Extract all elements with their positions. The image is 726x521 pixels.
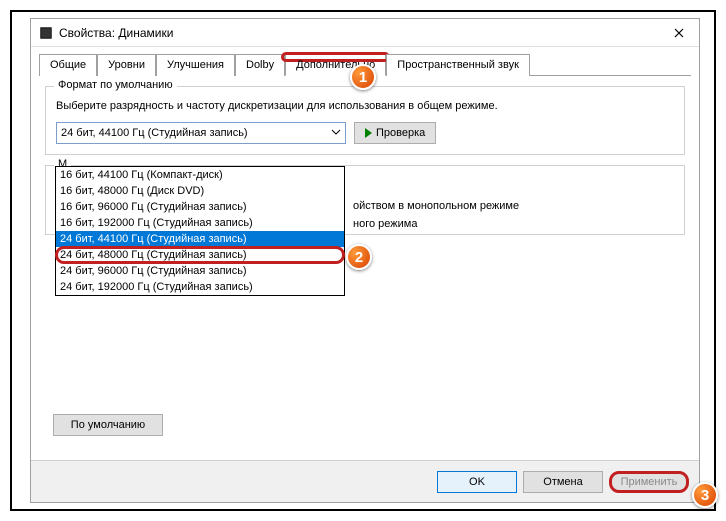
combo-value: 24 бит, 44100 Гц (Студийная запись) [61, 127, 248, 139]
default-format-group: Формат по умолчанию Выберите разрядность… [45, 86, 685, 155]
tab-content: Формат по умолчанию Выберите разрядность… [31, 76, 699, 410]
dialog-buttons: OK Отмена Применить [31, 460, 699, 502]
format-combobox[interactable]: 24 бит, 44100 Гц (Студийная запись) [56, 122, 346, 144]
annotation-badge-3: 3 [692, 482, 718, 508]
annotation-badge-1: 1 [350, 64, 376, 90]
dd-option-3[interactable]: 16 бит, 192000 Гц (Студийная запись) [56, 215, 344, 231]
dd-option-1[interactable]: 16 бит, 48000 Гц (Диск DVD) [56, 183, 344, 199]
mono-line1: ойством в монопольном режиме [353, 200, 519, 212]
window-title: Свойства: Динамики [59, 26, 659, 40]
annotation-badge-2: 2 [346, 244, 372, 270]
close-button[interactable] [659, 19, 699, 47]
tab-enhancements[interactable]: Улучшения [156, 54, 235, 76]
format-dropdown-list: 16 бит, 44100 Гц (Компакт-диск) 16 бит, … [55, 166, 345, 296]
dd-option-0[interactable]: 16 бит, 44100 Гц (Компакт-диск) [56, 167, 344, 183]
dd-option-4[interactable]: 24 бит, 44100 Гц (Студийная запись) [56, 231, 344, 247]
test-button[interactable]: Проверка [354, 122, 436, 144]
tab-general[interactable]: Общие [39, 54, 97, 76]
dd-option-7[interactable]: 24 бит, 192000 Гц (Студийная запись) [56, 279, 344, 295]
tab-levels[interactable]: Уровни [97, 54, 156, 76]
speaker-icon [39, 26, 53, 40]
titlebar: Свойства: Динамики [31, 19, 699, 47]
dd-option-6[interactable]: 24 бит, 96000 Гц (Студийная запись) [56, 263, 344, 279]
play-icon [365, 128, 372, 138]
dd-option-2[interactable]: 16 бит, 96000 Гц (Студийная запись) [56, 199, 344, 215]
cancel-button[interactable]: Отмена [523, 471, 603, 493]
dd-option-5[interactable]: 24 бит, 48000 Гц (Студийная запись) [55, 246, 345, 264]
tab-dolby[interactable]: Dolby [235, 54, 285, 76]
format-description: Выберите разрядность и частоту дискретиз… [56, 99, 674, 114]
defaults-button[interactable]: По умолчанию [53, 414, 163, 436]
apply-button[interactable]: Применить [609, 471, 689, 493]
chevron-down-icon [331, 127, 341, 140]
group-title: Формат по умолчанию [54, 79, 177, 91]
mono-line2: ного режима [353, 218, 417, 230]
ok-button[interactable]: OK [437, 471, 517, 493]
tab-spatial[interactable]: Пространственный звук [386, 54, 530, 76]
